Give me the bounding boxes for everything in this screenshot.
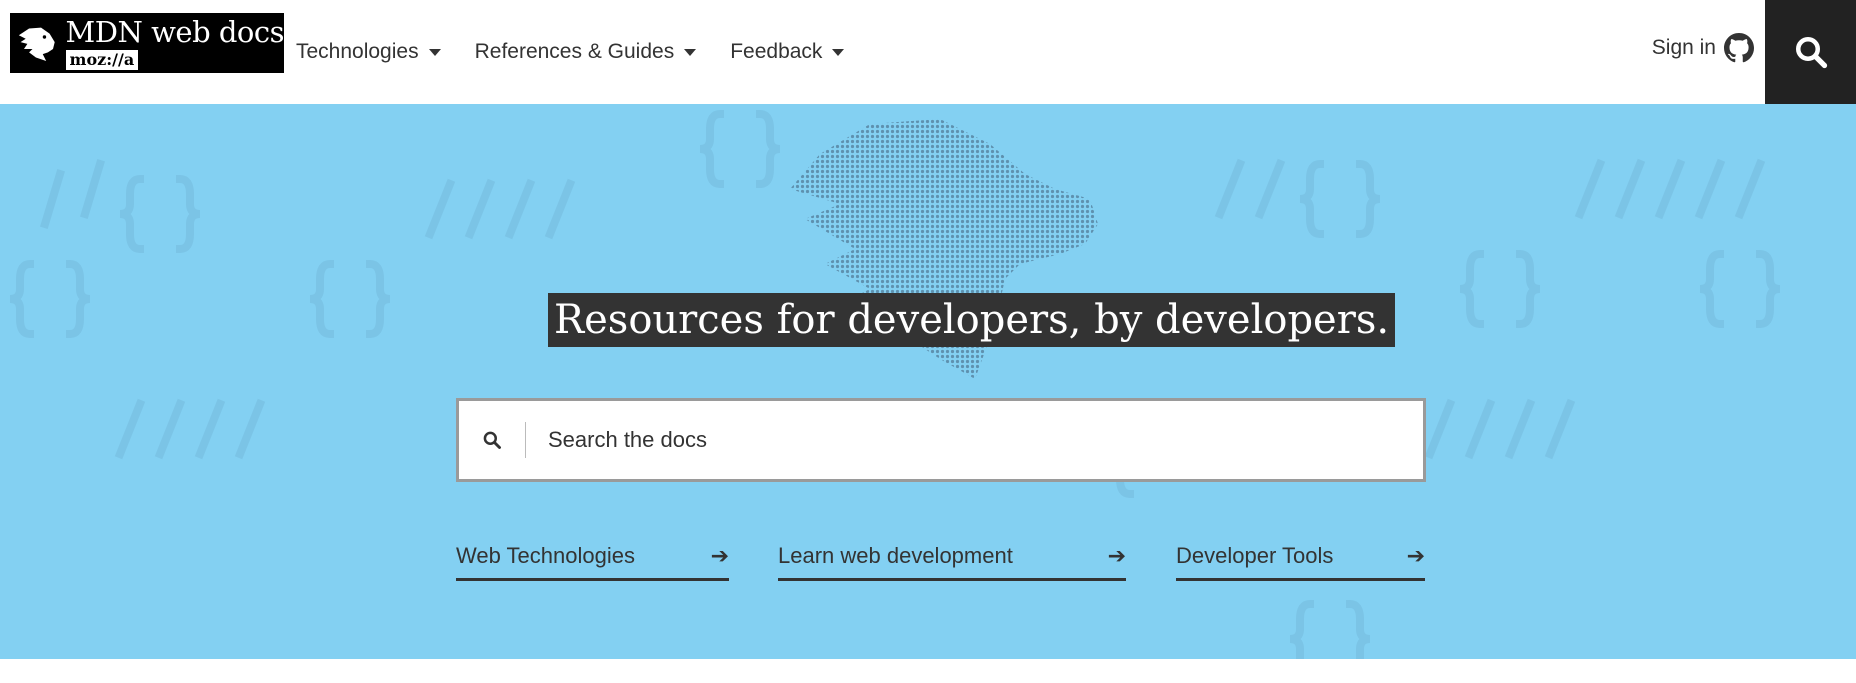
hero-search-box[interactable] bbox=[456, 398, 1426, 482]
site-header: MDN web docs moz://a Technologies Refere… bbox=[0, 0, 1856, 104]
hero-links: Web Technologies ➔ Learn web development… bbox=[0, 534, 1856, 594]
link-developer-tools[interactable]: Developer Tools ➔ bbox=[1176, 534, 1425, 581]
link-web-technologies[interactable]: Web Technologies ➔ bbox=[456, 534, 729, 581]
github-icon bbox=[1724, 33, 1754, 63]
caret-down-icon bbox=[684, 48, 697, 56]
header-search-button[interactable] bbox=[1765, 0, 1856, 104]
nav-references-label: References & Guides bbox=[474, 40, 675, 63]
hero-section: Resources for developers, by developers.… bbox=[0, 104, 1856, 659]
sign-in-label: Sign in bbox=[1651, 36, 1716, 59]
logo-subtitle: moz://a bbox=[65, 49, 139, 70]
logo-title: MDN web docs bbox=[65, 14, 285, 49]
nav-technologies[interactable]: Technologies bbox=[296, 40, 441, 64]
link-learn-web-development[interactable]: Learn web development ➔ bbox=[778, 534, 1126, 581]
nav-references-guides[interactable]: References & Guides bbox=[475, 40, 697, 64]
arrow-right-icon: ➔ bbox=[710, 543, 729, 568]
caret-down-icon bbox=[428, 48, 441, 56]
arrow-right-icon: ➔ bbox=[1406, 543, 1425, 568]
search-icon bbox=[459, 430, 525, 450]
dino-logo-icon bbox=[12, 18, 62, 68]
nav-technologies-label: Technologies bbox=[296, 40, 419, 63]
hero-tagline: Resources for developers, by developers. bbox=[548, 293, 1396, 347]
link-web-technologies-label: Web Technologies bbox=[456, 543, 635, 568]
link-learn-label: Learn web development bbox=[778, 543, 1013, 568]
mdn-logo[interactable]: MDN web docs moz://a bbox=[10, 13, 285, 73]
search-divider bbox=[525, 422, 526, 458]
nav-feedback-label: Feedback bbox=[730, 40, 823, 63]
search-input[interactable] bbox=[546, 426, 1423, 454]
main-nav: Technologies References & Guides Feedbac… bbox=[296, 0, 878, 104]
sign-in-link[interactable]: Sign in bbox=[1652, 0, 1754, 96]
caret-down-icon bbox=[832, 48, 845, 56]
arrow-right-icon: ➔ bbox=[1107, 543, 1126, 568]
link-developer-tools-label: Developer Tools bbox=[1176, 543, 1334, 568]
search-icon bbox=[1795, 37, 1827, 69]
nav-feedback[interactable]: Feedback bbox=[730, 40, 845, 64]
